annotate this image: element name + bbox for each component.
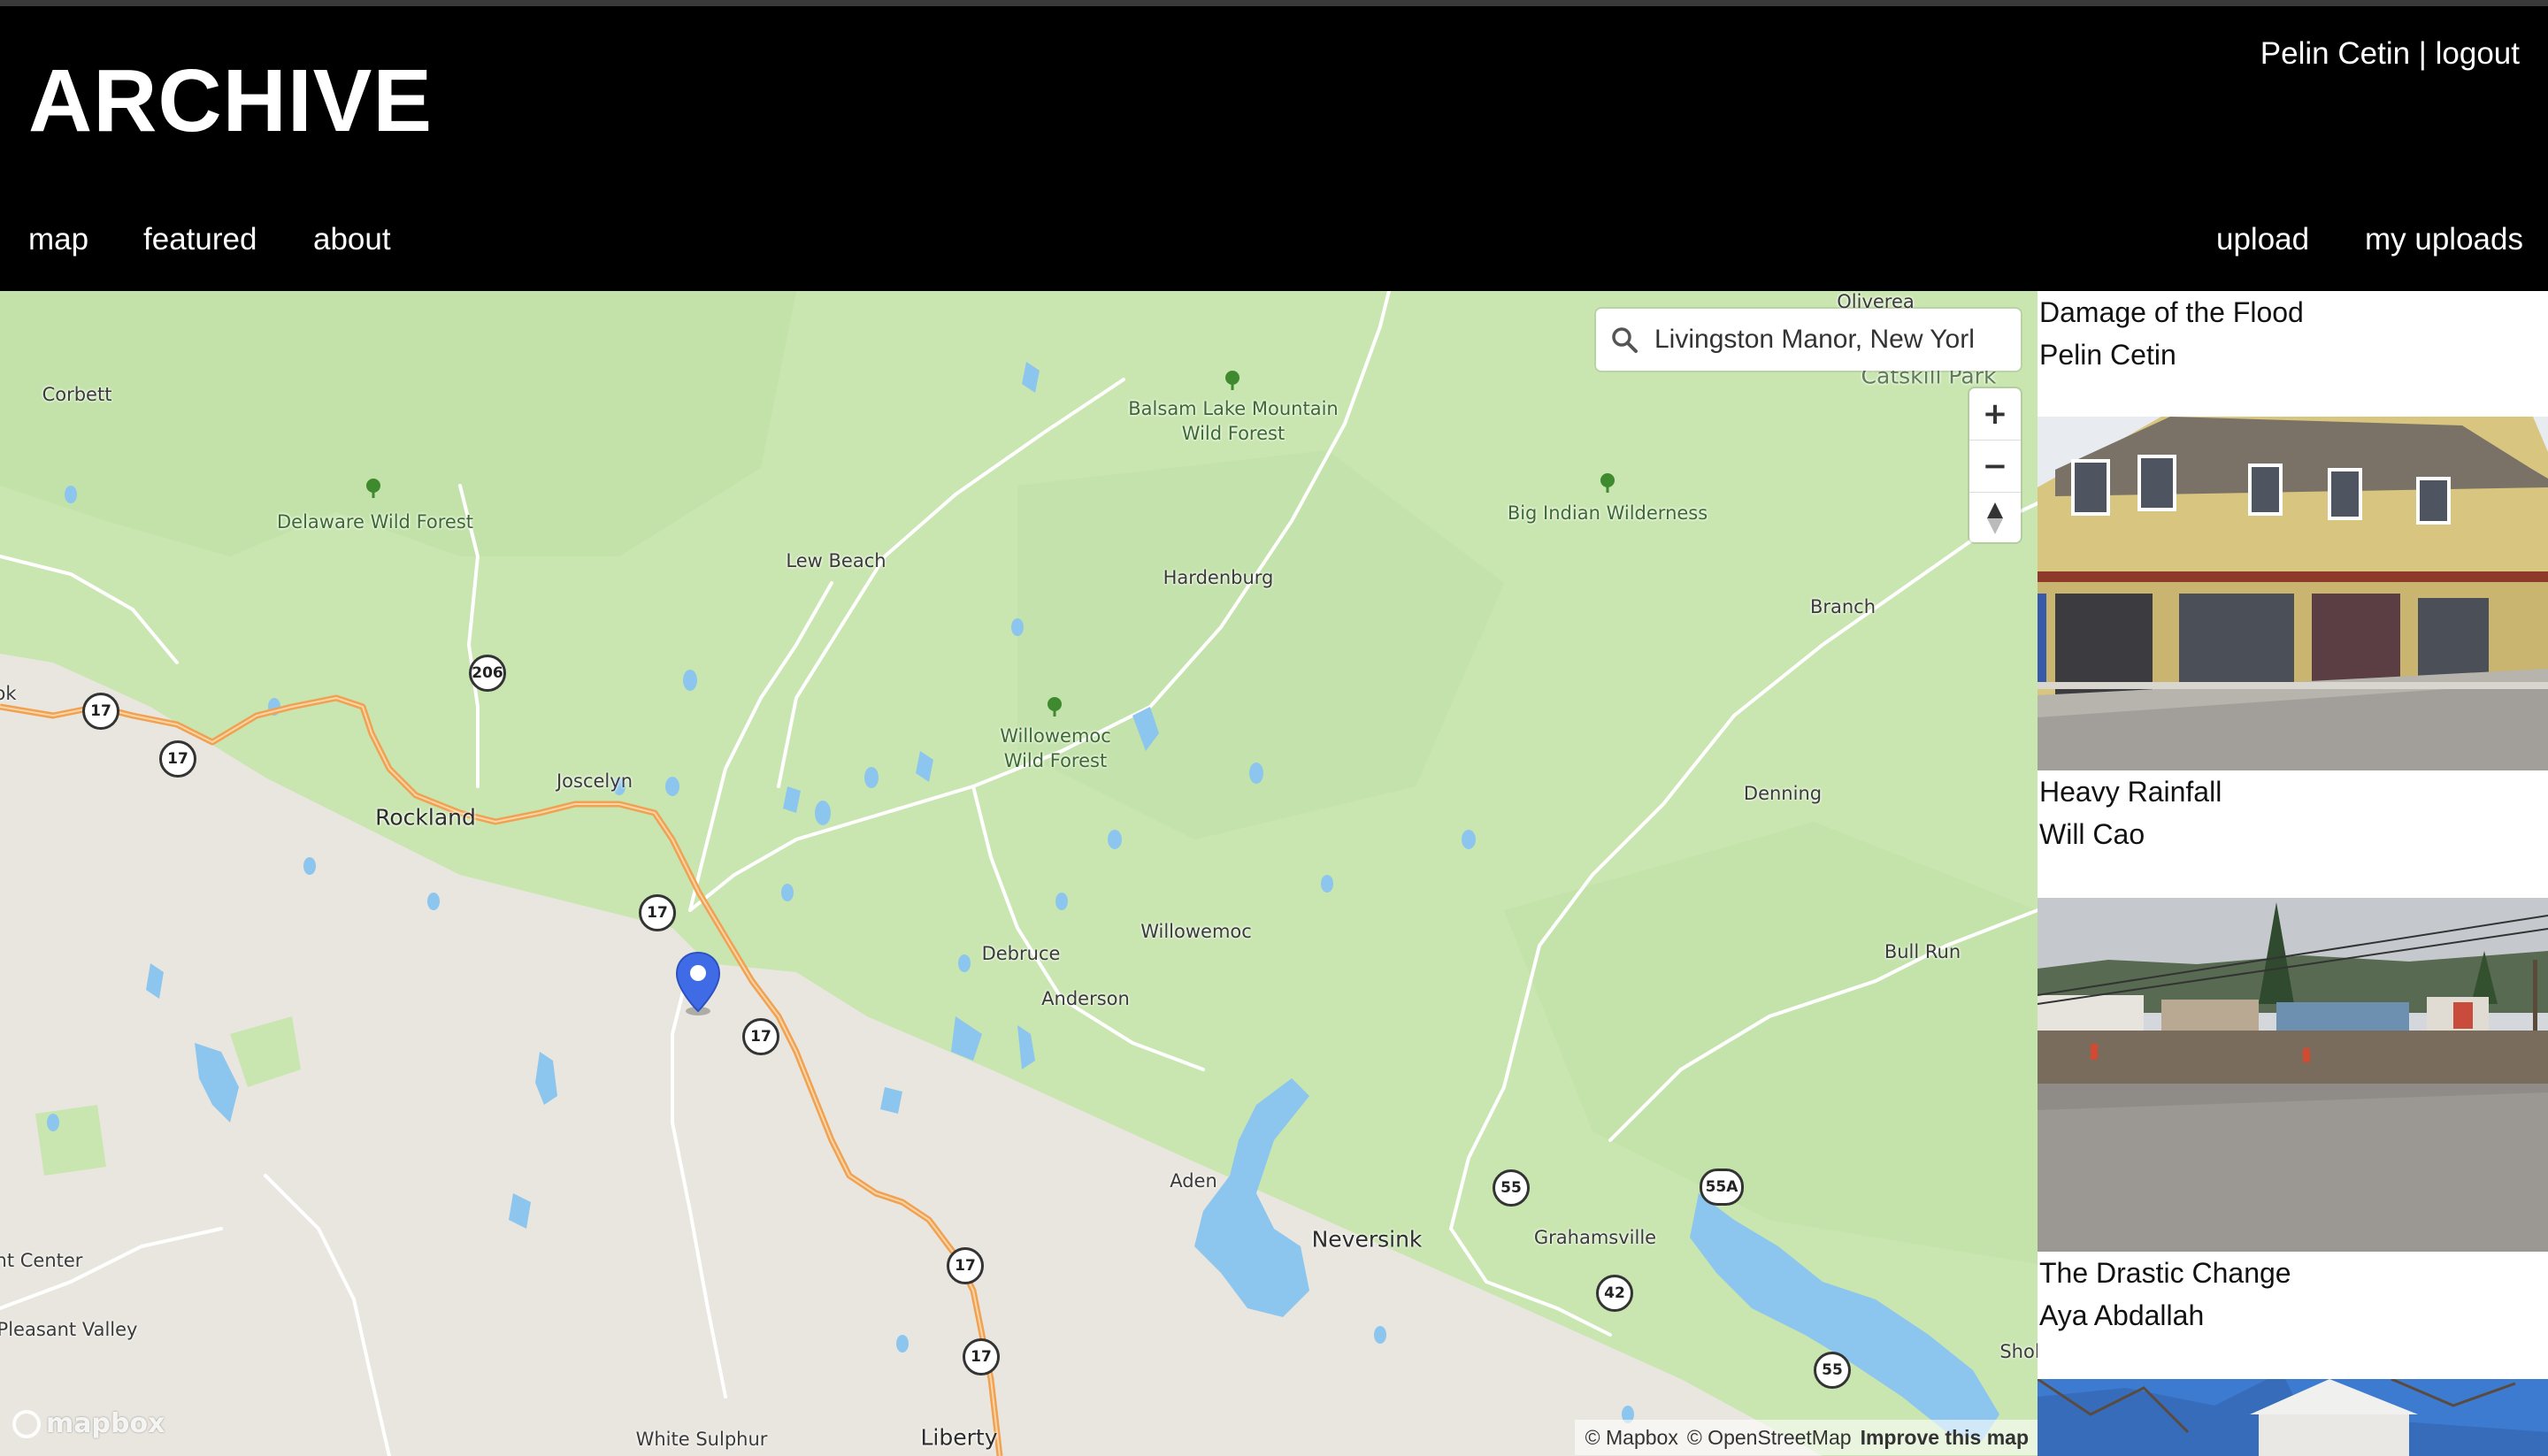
upload-card[interactable]: The Drastic Change Aya Abdallah [2038, 1252, 2548, 1456]
user-area: Pelin Cetin | logout [2260, 36, 2520, 72]
park-tree-icon [1225, 371, 1239, 390]
site-logo[interactable]: ARCHIVE [28, 50, 433, 152]
mapbox-logo-icon [12, 1409, 41, 1438]
route-shield: 17 [82, 693, 119, 730]
upload-card[interactable]: Heavy Rainfall Will Cao [2038, 770, 2548, 1252]
nav-map-label[interactable]: map [28, 222, 88, 257]
upload-card[interactable]: Damage of the Flood Pelin Cetin [2038, 291, 2548, 770]
label-joscelyn: Joscelyn [556, 770, 633, 792]
route-shield: 206 [469, 655, 506, 692]
label-willowemoc-line-1: Willowemoc [1000, 725, 1111, 747]
label-denning: Denning [1743, 783, 1823, 804]
upload-photo[interactable] [2038, 417, 2548, 770]
uploads-sidebar[interactable]: Damage of the Flood Pelin Cetin Heavy Ra… [2038, 291, 2548, 1456]
search-icon [1612, 327, 1638, 353]
zoom-in-button[interactable]: + [1969, 388, 2021, 441]
zoom-out-button[interactable]: − [1969, 441, 2021, 493]
attribution-mapbox-link[interactable]: © Mapbox [1585, 1426, 1678, 1450]
label-grahamsville: Grahamsville [1533, 1227, 1657, 1248]
nav-my-uploads-label[interactable]: my uploads [2365, 222, 2523, 257]
plus-icon: + [1982, 396, 2008, 432]
label-anderson: Anderson [1041, 988, 1130, 1009]
upload-photo[interactable] [2038, 898, 2548, 1252]
park-tree-icon [1600, 473, 1615, 493]
label-branch: Branch [1809, 596, 1876, 617]
photo-house-trees [2038, 1379, 2548, 1456]
attribution-osm-link[interactable]: © OpenStreetMap [1687, 1426, 1852, 1450]
nav-upload-label[interactable]: upload [2216, 222, 2309, 257]
label-mount-center: nt Center [0, 1250, 83, 1271]
user-name-link[interactable]: Pelin Cetin [2260, 36, 2410, 71]
label-white-sulphur: White Sulphur [635, 1429, 768, 1450]
route-shield: 17 [947, 1247, 984, 1284]
route-shield: 55A [1700, 1169, 1744, 1206]
location-pin-icon[interactable] [674, 951, 722, 1016]
label-debruce: Debruce [981, 943, 1061, 964]
label-balsam-line-2: Wild Forest [1181, 423, 1286, 444]
map-search-box[interactable] [1596, 309, 2021, 371]
nav-upload[interactable]: upload [2216, 222, 2309, 257]
label-pleasant-valley: Pleasant Valley [0, 1319, 138, 1340]
map-canvas[interactable]: Oliverea Catskill Park Corbett Balsam La… [0, 291, 2038, 1456]
label-corbett: Corbett [42, 384, 112, 405]
upload-title[interactable]: Damage of the Flood [2038, 291, 2548, 333]
route-shield: 17 [639, 894, 676, 931]
label-aden: Aden [1170, 1170, 1217, 1192]
route-shield: 55 [1814, 1352, 1851, 1389]
label-big-indian: Big Indian Wilderness [1507, 502, 1708, 524]
nav-featured[interactable]: featured [143, 222, 257, 257]
improve-map-link[interactable]: Improve this map [1861, 1426, 2029, 1450]
mapbox-logo[interactable]: mapbox [12, 1408, 165, 1439]
label-edge-ok: ok [0, 683, 17, 704]
map-zoom-controls: + − [1969, 388, 2021, 542]
label-delaware-wild-forest: Delaware Wild Forest [276, 511, 474, 533]
nav-my-uploads[interactable]: my uploads [2365, 222, 2523, 257]
window-top-edge [0, 0, 2548, 6]
label-balsam-lake: Balsam Lake Mountain Wild Forest [1128, 396, 1338, 446]
label-neversink: Neversink [1311, 1226, 1423, 1253]
photo-flooded-street [2038, 898, 2548, 1252]
park-tree-icon [366, 479, 380, 498]
logout-link[interactable]: logout [2436, 36, 2520, 71]
user-separator: | [2418, 36, 2427, 71]
label-rockland: Rockland [375, 804, 476, 831]
upload-title[interactable]: Heavy Rainfall [2038, 770, 2548, 813]
label-hardenburg: Hardenburg [1163, 567, 1274, 588]
nav-featured-label[interactable]: featured [143, 222, 257, 257]
upload-author: Aya Abdallah [2039, 1299, 2205, 1331]
route-shield: 17 [159, 740, 196, 778]
minus-icon: − [1982, 448, 2008, 484]
upload-title[interactable]: The Drastic Change [2038, 1252, 2548, 1294]
label-liberty: Liberty [920, 1424, 998, 1451]
nav-about[interactable]: about [313, 222, 391, 257]
upload-author: Will Cao [2039, 818, 2145, 850]
label-lew-beach: Lew Beach [786, 550, 886, 571]
map-search-input[interactable] [1653, 324, 1975, 356]
label-willowemoc-wild-forest: Willowemoc Wild Forest [1000, 724, 1111, 773]
map-base-layer [0, 291, 2038, 1456]
route-shield: 17 [963, 1338, 1000, 1376]
photo-storefront [2038, 417, 2548, 770]
compass-icon [1987, 502, 2003, 534]
upload-photo[interactable] [2038, 1379, 2548, 1456]
label-willowemoc: Willowemoc [1140, 921, 1252, 942]
route-shield: 42 [1596, 1275, 1633, 1312]
nav-about-label[interactable]: about [313, 222, 391, 257]
label-willowemoc-line-2: Wild Forest [1003, 750, 1108, 771]
map-attribution: © Mapbox © OpenStreetMap Improve this ma… [1574, 1420, 2038, 1455]
nav-map[interactable]: map [28, 222, 88, 257]
route-shield: 17 [742, 1018, 779, 1055]
label-bull-run: Bull Run [1884, 941, 1961, 962]
label-shol: Shol [1999, 1341, 2038, 1362]
upload-author: Pelin Cetin [2039, 339, 2176, 371]
mapbox-logo-text: mapbox [46, 1408, 165, 1439]
route-shield: 55 [1493, 1169, 1530, 1207]
compass-button[interactable] [1969, 493, 2021, 544]
park-tree-icon [1048, 697, 1062, 717]
site-header: ARCHIVE Pelin Cetin | logout map feature… [0, 6, 2548, 291]
label-balsam-line-1: Balsam Lake Mountain [1128, 398, 1339, 419]
